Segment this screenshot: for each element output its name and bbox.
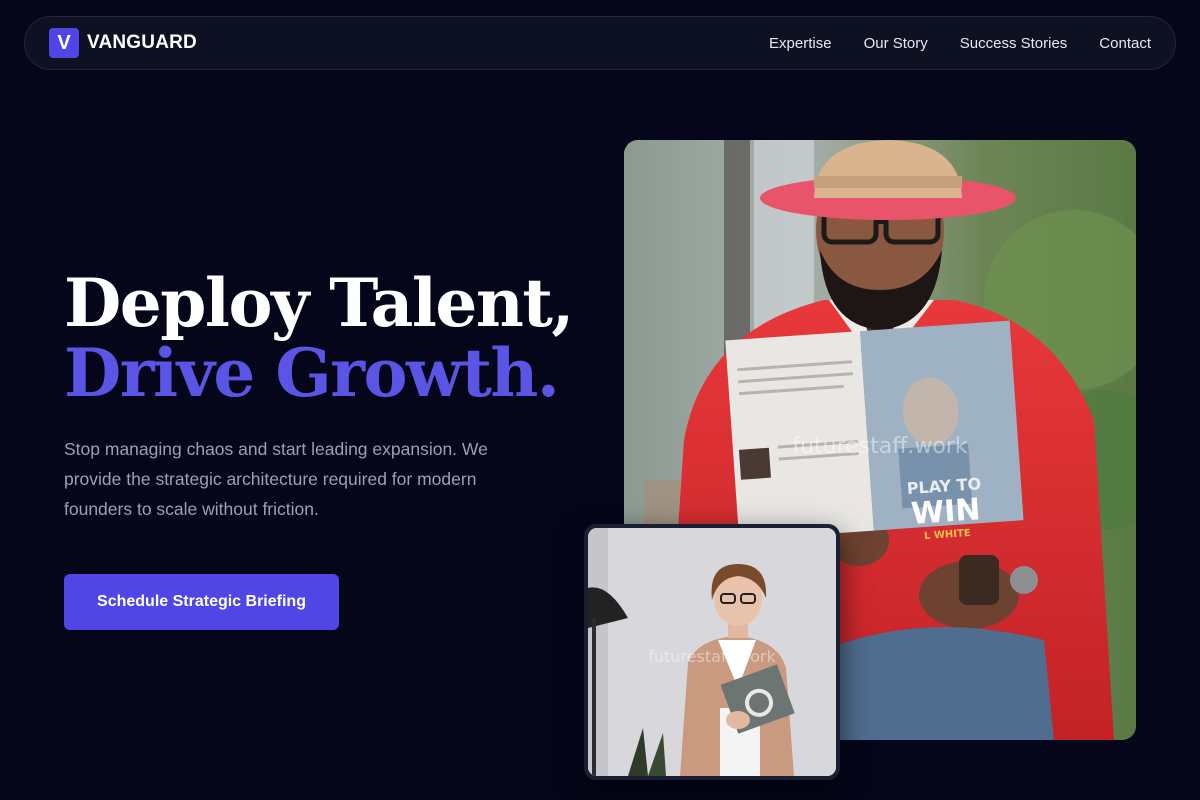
headline-line-1: Deploy Talent, bbox=[64, 264, 574, 342]
hero-subtext: Stop managing chaos and start leading ex… bbox=[64, 439, 488, 519]
nav-link-our-story[interactable]: Our Story bbox=[864, 35, 928, 52]
inset-photo-watermark: futurestaff.work bbox=[648, 647, 776, 666]
brand-logo[interactable]: V VANGUARD bbox=[49, 28, 197, 58]
brand-name: VANGUARD bbox=[87, 32, 197, 53]
nav-link-contact[interactable]: Contact bbox=[1099, 35, 1151, 52]
hero-section: Deploy Talent, Drive Growth. Stop managi… bbox=[64, 268, 584, 630]
hero-inset-photo-frame: futurestaff.work bbox=[584, 524, 840, 780]
nav-links: Expertise Our Story Success Stories Cont… bbox=[769, 35, 1151, 52]
headline-line-2: Drive Growth. bbox=[64, 334, 560, 412]
hero-inset-photo: futurestaff.work bbox=[588, 528, 836, 776]
main-photo-watermark: futurestaff.work bbox=[792, 434, 968, 459]
nav-link-success-stories[interactable]: Success Stories bbox=[960, 35, 1068, 52]
hero-headline: Deploy Talent, Drive Growth. bbox=[64, 268, 584, 408]
logo-mark: V bbox=[49, 28, 79, 58]
nav-link-expertise[interactable]: Expertise bbox=[769, 35, 832, 52]
schedule-briefing-button[interactable]: Schedule Strategic Briefing bbox=[64, 573, 339, 630]
top-navbar: V VANGUARD Expertise Our Story Success S… bbox=[24, 16, 1176, 70]
book-title-line-2: WIN bbox=[910, 492, 982, 532]
